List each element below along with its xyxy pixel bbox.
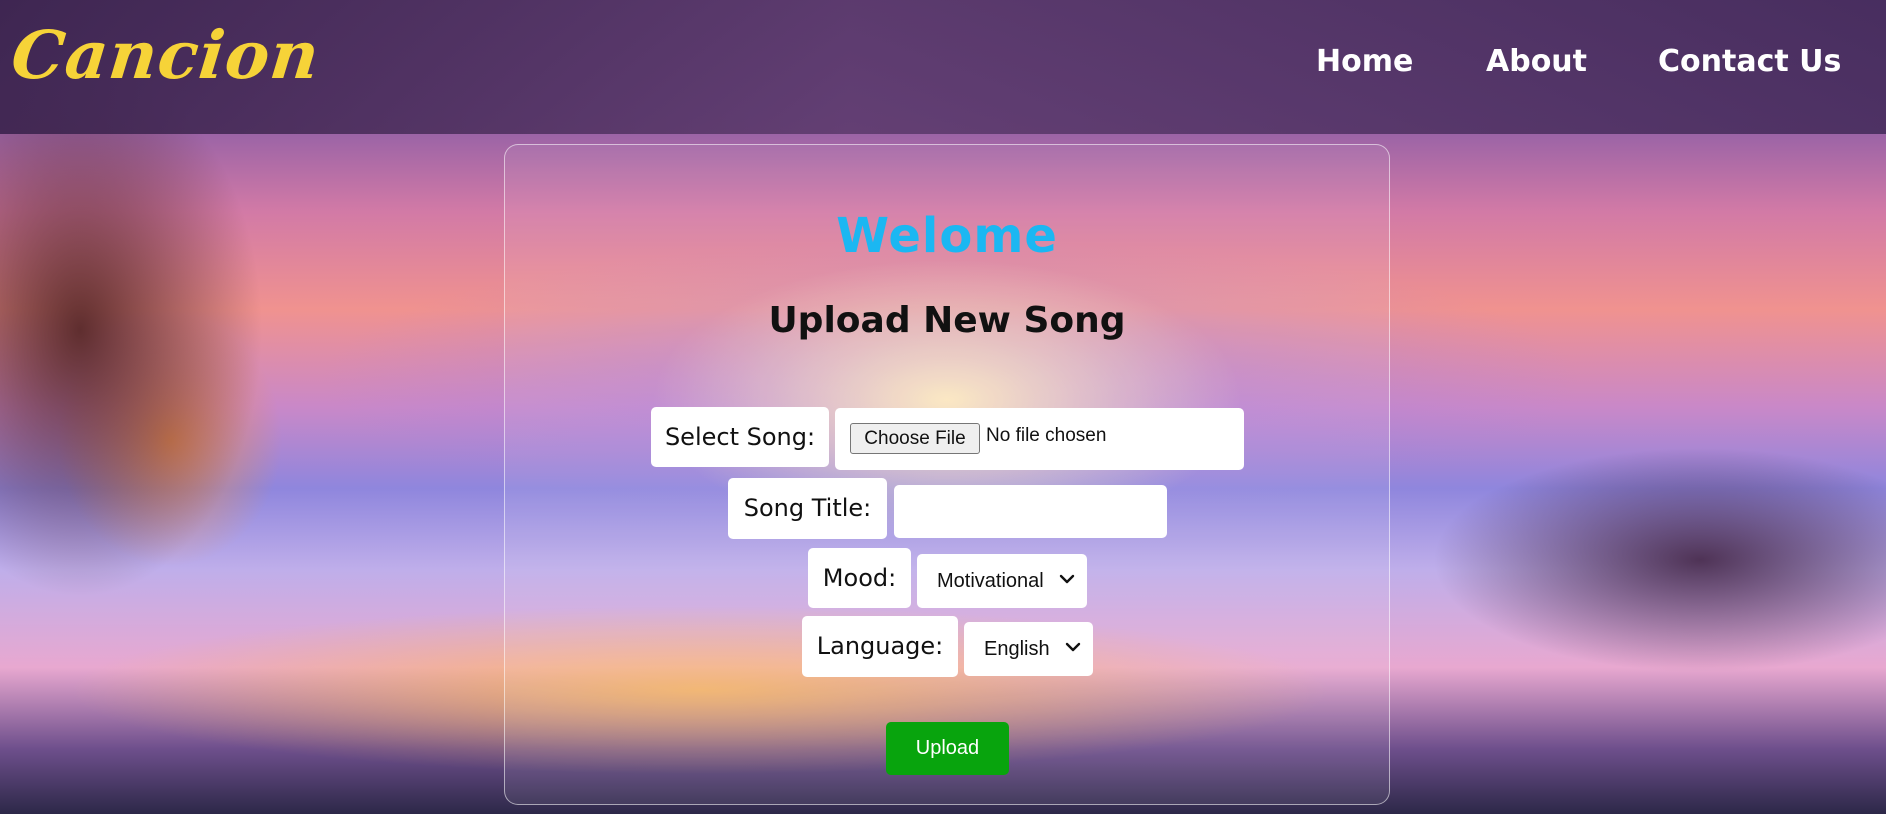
- file-status-text: No file chosen: [986, 425, 1107, 446]
- song-title-input[interactable]: [894, 485, 1167, 538]
- nav-home-link[interactable]: Home: [1316, 44, 1413, 79]
- nav-contact-link[interactable]: Contact Us: [1658, 44, 1841, 79]
- language-select[interactable]: English: [964, 622, 1093, 676]
- welcome-title: Welome: [836, 208, 1058, 264]
- mood-selected-value: Motivational: [937, 570, 1044, 592]
- chevron-down-icon: [1059, 574, 1075, 584]
- choose-file-button[interactable]: Choose File: [850, 423, 980, 454]
- mood-label: Mood:: [808, 548, 911, 608]
- site-header: Cancion Home About Contact Us: [0, 0, 1886, 134]
- language-label: Language:: [802, 616, 958, 677]
- nav-about-link[interactable]: About: [1486, 44, 1587, 79]
- site-logo[interactable]: Cancion: [8, 16, 324, 94]
- song-title-label: Song Title:: [728, 478, 887, 539]
- upload-button[interactable]: Upload: [886, 722, 1009, 775]
- chevron-down-icon: [1065, 642, 1081, 652]
- upload-heading: Upload New Song: [768, 300, 1126, 341]
- select-song-label: Select Song:: [651, 407, 829, 467]
- mood-select[interactable]: Motivational: [917, 554, 1087, 608]
- language-selected-value: English: [984, 638, 1050, 660]
- song-file-input[interactable]: Choose File No file chosen: [835, 408, 1244, 470]
